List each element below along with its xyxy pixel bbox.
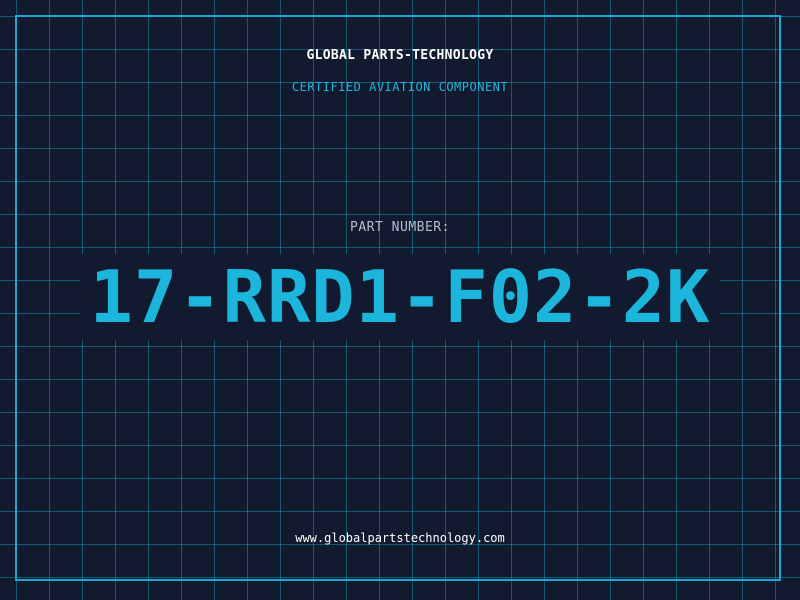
certification-tagline: CERTIFIED AVIATION COMPONENT <box>291 80 509 94</box>
website-url: www.globalpartstechnology.com <box>295 531 505 545</box>
part-number-panel: 17-RRD1-F02-2K <box>80 254 720 340</box>
part-card: GLOBAL PARTS-TECHNOLOGY CERTIFIED AVIATI… <box>0 0 800 600</box>
part-number-label: PART NUMBER: <box>350 220 450 235</box>
company-name: GLOBAL PARTS-TECHNOLOGY <box>306 48 494 63</box>
part-number-value: 17-RRD1-F02-2K <box>89 255 711 339</box>
